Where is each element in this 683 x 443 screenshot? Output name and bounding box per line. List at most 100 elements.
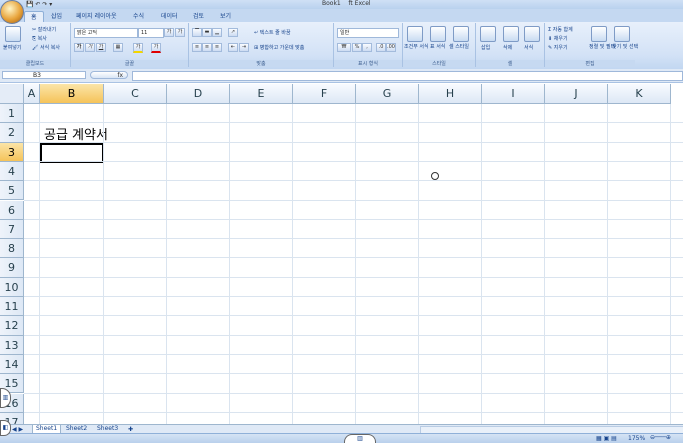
sheet-tab-2[interactable]: Sheet2 — [63, 425, 90, 433]
conditional-format-button[interactable]: 조건부 서식 — [404, 43, 429, 50]
increase-decimal-icon[interactable]: .0 — [376, 43, 386, 52]
formula-input[interactable] — [132, 71, 683, 81]
tab-page-layout[interactable]: 페이지 레이아웃 — [70, 11, 123, 22]
row-header-6[interactable]: 6 — [0, 200, 24, 220]
cut-button[interactable]: ✂ 잘라내기 — [32, 26, 56, 33]
align-right-icon[interactable]: ≡ — [212, 43, 222, 52]
row-header-7[interactable]: 7 — [0, 219, 24, 240]
tab-formulas[interactable]: 수식 — [127, 11, 150, 22]
editing-group: Σ 자동 합계 ⬇ 채우기 ✎ 지우기 정렬 및 필터 찾기 및 선택 편집 — [545, 23, 638, 67]
align-middle-icon[interactable]: ▬ — [202, 28, 212, 37]
cell-b2[interactable]: 공급 계약서 — [44, 124, 108, 143]
format-cells-button[interactable]: 서식 — [524, 44, 533, 51]
row-header-1[interactable]: 1 — [0, 104, 24, 124]
number-format-combo[interactable]: 일반 — [337, 28, 399, 38]
column-header-b[interactable]: B — [40, 84, 104, 104]
format-painter-button[interactable]: 🖌 서식 복사 — [32, 44, 60, 51]
font-name-combo[interactable]: 맑은 고딕 — [74, 28, 138, 38]
zoom-level[interactable]: 175% — [628, 435, 645, 442]
column-header-j[interactable]: J — [545, 84, 608, 104]
find-select-button[interactable]: 찾기 및 선택 — [612, 43, 638, 50]
name-box[interactable]: B3 — [2, 71, 86, 79]
table-format-button[interactable]: 표 서식 — [430, 43, 445, 50]
column-header-d[interactable]: D — [167, 84, 230, 104]
gridline-vertical — [544, 104, 545, 424]
shrink-font-button[interactable]: 가 — [175, 28, 185, 37]
borders-button[interactable]: ▦ — [113, 43, 123, 52]
worksheet-grid[interactable]: ABCDEFGHIJK 1 2 3 4 5 6 7 8 9 10 11 12 13 14 15 16 17 공급… — [0, 84, 683, 424]
delete-cells-button[interactable]: 삭제 — [503, 44, 512, 51]
cell-styles-icon — [453, 26, 469, 42]
align-left-icon[interactable]: ≡ — [192, 43, 202, 52]
grow-font-button[interactable]: 가 — [164, 28, 174, 37]
tab-insert[interactable]: 삽입 — [45, 11, 68, 22]
row-header-13[interactable]: 13 — [0, 335, 24, 355]
window-title: Book1 ft Excel — [322, 0, 371, 7]
sheet-tab-3[interactable]: Sheet3 — [94, 425, 121, 433]
cells-group-label: 셀 — [476, 60, 544, 67]
row-header-4[interactable]: 4 — [0, 161, 24, 182]
italic-button[interactable]: 가 — [85, 43, 95, 52]
underline-button[interactable]: 가 — [96, 43, 106, 52]
fill-color-button[interactable]: 가 — [133, 43, 143, 53]
sheet-nav-icon[interactable]: ◀ ▶ — [12, 426, 23, 433]
font-color-button[interactable]: 가 — [151, 43, 161, 53]
row-header-5[interactable]: 5 — [0, 181, 24, 201]
autosum-button[interactable]: Σ 자동 합계 — [548, 26, 573, 33]
merge-center-button[interactable]: ⊞ 병합하고 가운데 맞춤 — [254, 44, 304, 51]
insert-cells-button[interactable]: 삽입 — [481, 44, 490, 51]
zoom-slider[interactable]: ⊖───⊕ — [650, 434, 671, 441]
quick-access-toolbar[interactable]: 💾 ↶ ↷ ▾ — [26, 1, 52, 8]
decrease-decimal-icon[interactable]: .00 — [386, 43, 396, 52]
gridline-horizontal — [24, 122, 683, 124]
row-header-2[interactable]: 2 — [0, 123, 24, 143]
copy-button[interactable]: ⎘ 복사 — [32, 35, 47, 42]
row-header-3[interactable]: 3 — [0, 142, 24, 162]
font-size-combo[interactable]: 11 — [138, 28, 164, 38]
mouse-cursor-icon — [431, 172, 439, 180]
increase-indent-icon[interactable]: ⇥ — [239, 43, 249, 52]
font-group: 맑은 고딕 11 가 가 가 가 가 ▦ 가 가 글꼴 — [71, 23, 189, 67]
clear-button[interactable]: ✎ 지우기 — [548, 44, 568, 51]
currency-button[interactable]: ₩ — [337, 43, 351, 52]
percent-button[interactable]: % — [352, 43, 362, 52]
column-header-a[interactable]: A — [24, 84, 40, 104]
row-header-12[interactable]: 12 — [0, 316, 24, 336]
align-center-icon[interactable]: ≡ — [202, 43, 212, 52]
column-header-e[interactable]: E — [230, 84, 293, 104]
column-header-c[interactable]: C — [104, 84, 167, 104]
gridline-horizontal — [24, 276, 683, 278]
alignment-group-label: 맞춤 — [189, 60, 333, 67]
column-header-g[interactable]: G — [356, 84, 419, 104]
wrap-text-button[interactable]: ↵ 텍스트 줄 바꿈 — [254, 29, 291, 36]
fill-button[interactable]: ⬇ 채우기 — [548, 35, 568, 42]
row-header-8[interactable]: 8 — [0, 239, 24, 259]
insert-function-button[interactable]: fx — [90, 71, 128, 79]
tab-view[interactable]: 보기 — [214, 11, 237, 22]
column-header-h[interactable]: H — [419, 84, 482, 104]
align-top-icon[interactable]: ▔ — [192, 28, 202, 37]
cells-group: 삽입 삭제 서식 셀 — [476, 23, 545, 67]
row-header-14[interactable]: 14 — [0, 354, 24, 375]
column-header-f[interactable]: F — [293, 84, 356, 104]
row-header-11[interactable]: 11 — [0, 297, 24, 317]
decrease-indent-icon[interactable]: ⇤ — [228, 43, 238, 52]
orientation-icon[interactable]: ↗ — [228, 28, 238, 37]
align-bottom-icon[interactable]: ▁ — [212, 28, 222, 37]
tab-review[interactable]: 검토 — [187, 11, 210, 22]
comma-button[interactable]: , — [362, 43, 372, 52]
number-group-label: 표시 형식 — [334, 60, 402, 67]
bold-button[interactable]: 가 — [74, 43, 84, 52]
gridline-vertical — [481, 104, 482, 424]
column-header-i[interactable]: I — [482, 84, 545, 104]
column-header-k[interactable]: K — [608, 84, 671, 104]
view-buttons-icon[interactable]: ▦ ▣ ▤ — [596, 435, 617, 442]
new-sheet-icon[interactable]: ✚ — [128, 426, 133, 433]
row-header-10[interactable]: 10 — [0, 277, 24, 297]
select-all-corner[interactable] — [0, 84, 24, 104]
paste-button[interactable]: 붙여넣기 — [3, 44, 21, 51]
office-button[interactable] — [0, 0, 24, 24]
cell-styles-button[interactable]: 셀 스타일 — [449, 43, 469, 50]
tab-data[interactable]: 데이터 — [155, 11, 184, 22]
row-header-9[interactable]: 9 — [0, 258, 24, 278]
